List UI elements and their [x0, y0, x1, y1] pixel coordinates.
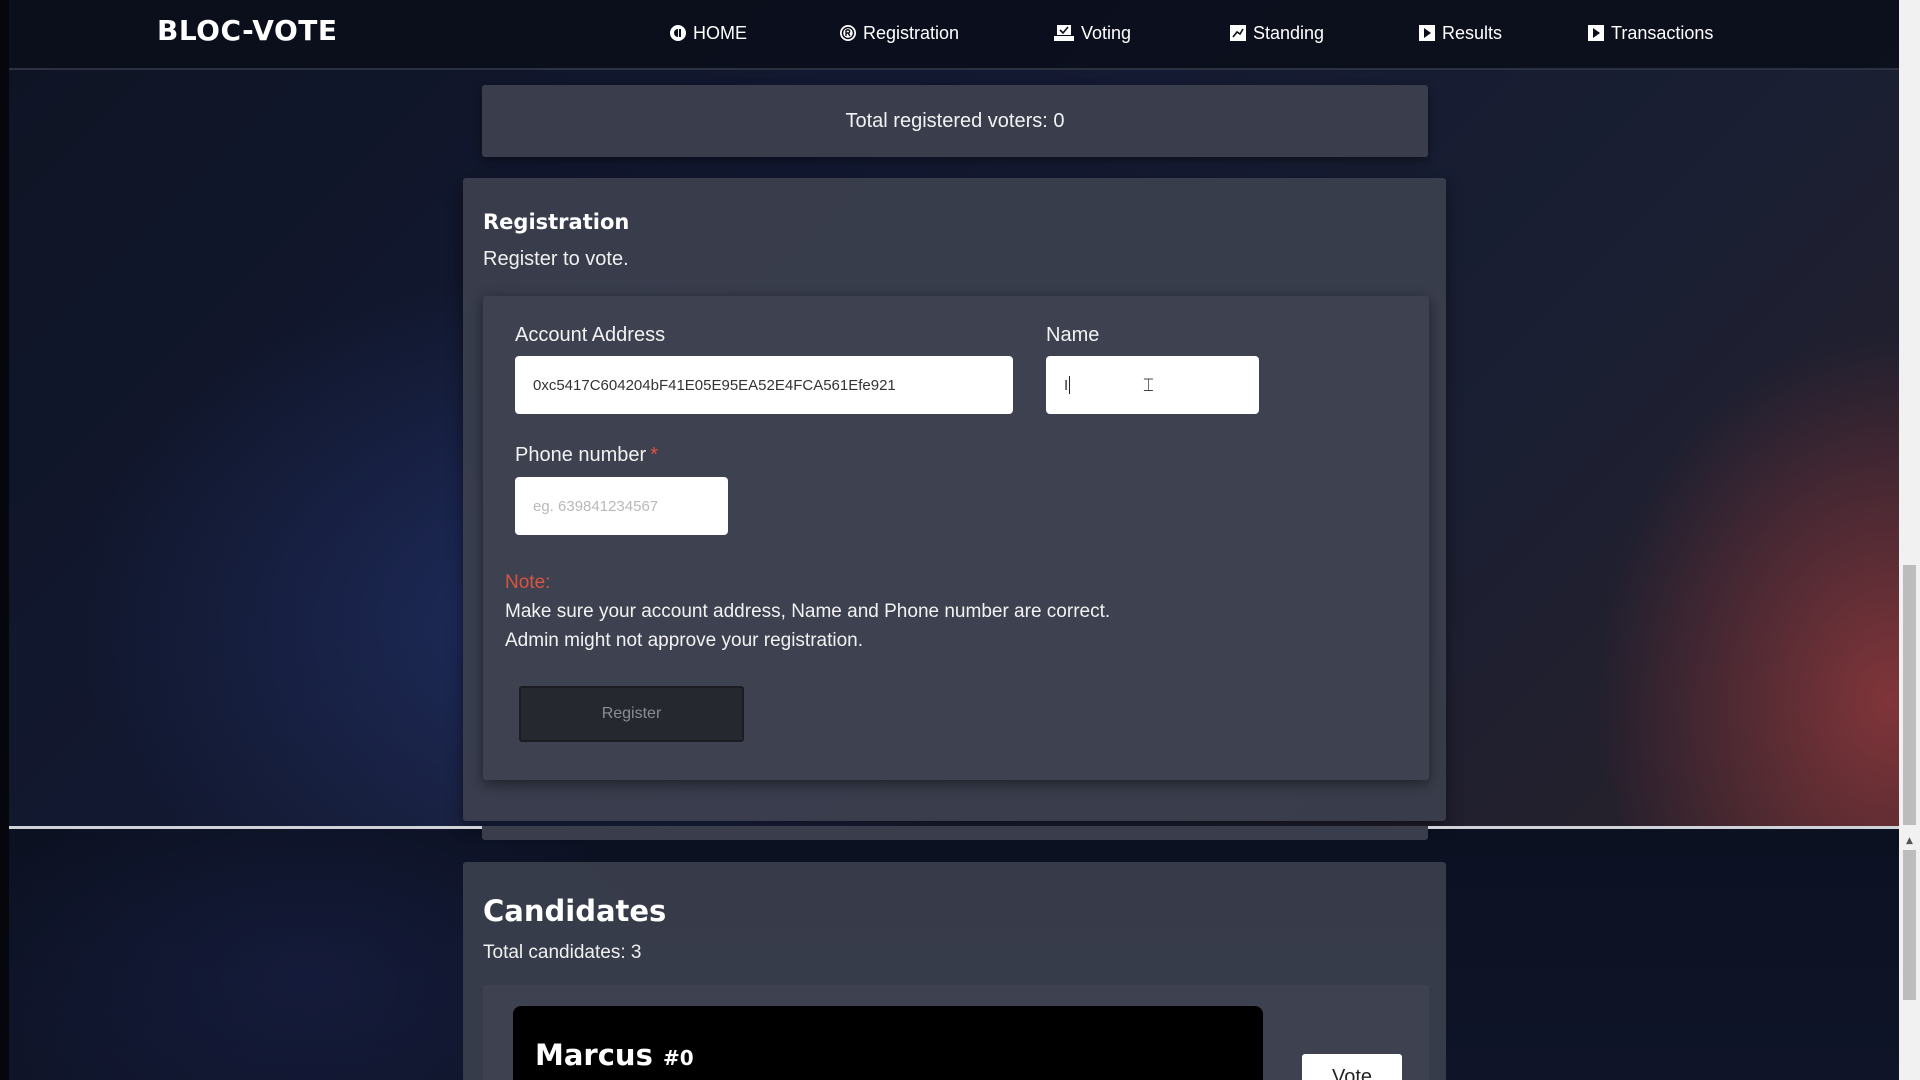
required-star: *	[650, 444, 658, 466]
nav-home-label: HOME	[693, 22, 747, 43]
phone-number-placeholder: eg. 639841234567	[533, 497, 659, 515]
name-value: I	[1064, 376, 1069, 394]
scrollbar-thumb-lower[interactable]	[1903, 850, 1916, 1000]
window-frame	[0, 0, 9, 1080]
panel-edge	[482, 826, 1428, 840]
nav-voting[interactable]: Voting	[1053, 20, 1131, 46]
nav-results[interactable]: Results	[1418, 20, 1502, 46]
nav-transactions-label: Transactions	[1611, 22, 1714, 43]
nav-registration-label: Registration	[863, 22, 960, 43]
results-icon	[1418, 24, 1436, 42]
phone-number-label: Phone number *	[515, 444, 658, 467]
note-line-1: Make sure your account address, Name and…	[505, 601, 1111, 622]
ibeam-cursor-icon: ⌶	[1143, 375, 1154, 395]
brand-logo[interactable]: BLOC-VOTE	[157, 14, 337, 47]
registration-icon	[839, 24, 857, 42]
registration-subtitle: Register to vote.	[483, 248, 629, 270]
candidate-name-text: Marcus	[535, 1038, 653, 1072]
registration-form: Account Address 0xc5417C604204bF41E05E95…	[483, 296, 1429, 780]
candidates-total: Total candidates: 3	[483, 942, 642, 963]
registration-panel: Registration Register to vote. Account A…	[463, 178, 1446, 821]
note-line-2: Admin might not approve your registratio…	[505, 630, 864, 651]
candidate-name: Marcus #0	[535, 1038, 694, 1072]
name-label: Name	[1046, 324, 1100, 346]
name-field[interactable]: I ⌶	[1046, 356, 1259, 414]
nav-standing-label: Standing	[1253, 22, 1325, 43]
top-navbar: BLOC-VOTE HOME Registration Voting Stand…	[9, 0, 1899, 70]
registered-voters-count: Total registered voters: 0	[845, 109, 1065, 132]
candidate-id: #0	[662, 1046, 694, 1070]
registered-voters-card: Total registered voters: 0	[482, 85, 1428, 157]
nav-voting-label: Voting	[1081, 22, 1132, 43]
home-icon	[669, 24, 687, 42]
registration-title: Registration	[483, 210, 630, 234]
candidates-list: Marcus #0 Vote	[483, 985, 1429, 1080]
scrollbar-thumb[interactable]	[1903, 565, 1916, 825]
candidates-title: Candidates	[483, 894, 667, 928]
scrollbar[interactable]: ▲	[1899, 0, 1920, 1080]
vote-button[interactable]: Vote	[1302, 1054, 1402, 1080]
candidate-card: Marcus #0	[513, 1006, 1263, 1080]
nav-home[interactable]: HOME	[669, 20, 747, 46]
nav-transactions[interactable]: Transactions	[1587, 20, 1713, 46]
scroll-up-arrow-icon[interactable]: ▲	[1904, 836, 1915, 846]
note-label: Note:	[505, 572, 551, 593]
phone-number-label-text: Phone number	[515, 444, 647, 466]
candidates-panel: Candidates Total candidates: 3 Marcus #0…	[463, 862, 1446, 1080]
text-caret	[1069, 376, 1071, 394]
nav-results-label: Results	[1442, 22, 1503, 43]
standing-icon	[1229, 24, 1247, 42]
phone-number-field[interactable]: eg. 639841234567	[515, 477, 728, 535]
account-address-label: Account Address	[515, 324, 666, 346]
nav-standing[interactable]: Standing	[1229, 20, 1324, 46]
voting-icon	[1053, 24, 1075, 42]
account-address-field[interactable]: 0xc5417C604204bF41E05E95EA52E4FCA561Efe9…	[515, 356, 1013, 414]
account-address-value: 0xc5417C604204bF41E05E95EA52E4FCA561Efe9…	[533, 376, 896, 394]
register-button[interactable]: Register	[519, 686, 744, 742]
transactions-icon	[1587, 24, 1605, 42]
nav-registration[interactable]: Registration	[839, 20, 959, 46]
